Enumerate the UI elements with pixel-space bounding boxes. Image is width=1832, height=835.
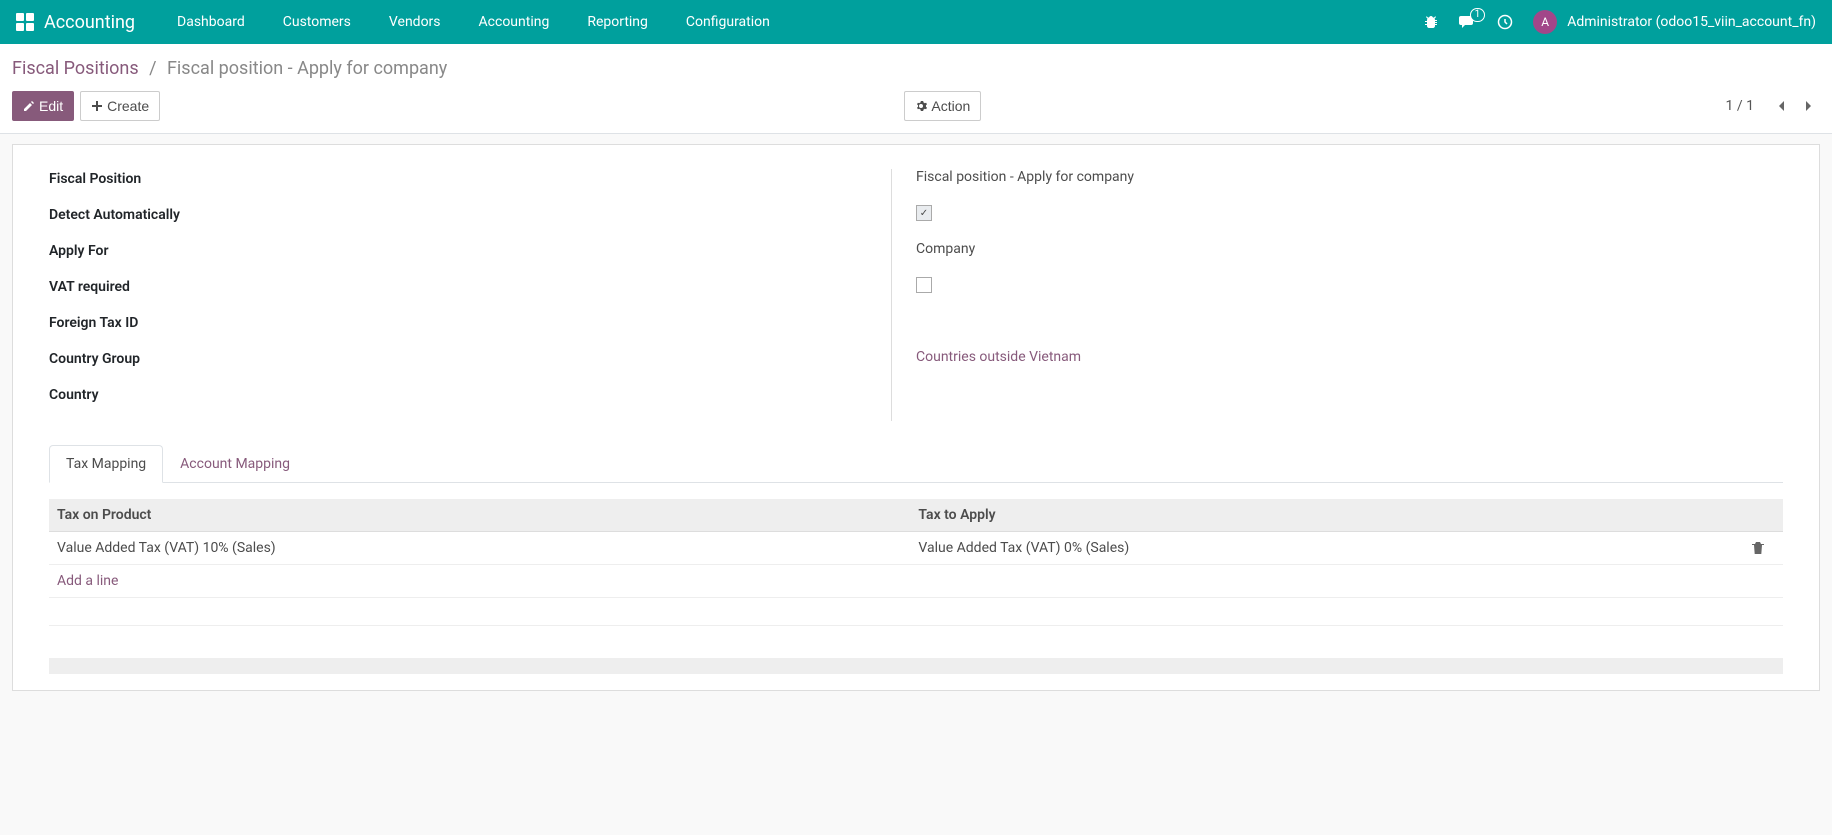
create-button[interactable]: Create bbox=[80, 91, 160, 121]
breadcrumb-current: Fiscal position - Apply for company bbox=[167, 58, 447, 79]
trash-icon[interactable] bbox=[1751, 541, 1775, 555]
user-menu[interactable]: A Administrator (odoo15_viin_account_fn) bbox=[1533, 10, 1816, 34]
app-brand[interactable]: Accounting bbox=[44, 12, 135, 33]
activities-icon[interactable] bbox=[1497, 14, 1513, 30]
pager-prev[interactable] bbox=[1770, 95, 1792, 117]
nav-reporting[interactable]: Reporting bbox=[571, 14, 664, 30]
form-sheet: Fiscal Position Detect Automatically App… bbox=[12, 144, 1820, 691]
tab-account-mapping[interactable]: Account Mapping bbox=[163, 445, 307, 483]
label-country: Country bbox=[49, 385, 229, 403]
action-button[interactable]: Action bbox=[904, 91, 981, 121]
breadcrumb-parent[interactable]: Fiscal Positions bbox=[12, 58, 139, 79]
label-country-group: Country Group bbox=[49, 349, 229, 367]
value-apply-for: Company bbox=[916, 241, 975, 257]
pager-text: 1 / 1 bbox=[1726, 98, 1754, 114]
user-name: Administrator (odoo15_viin_account_fn) bbox=[1567, 14, 1816, 30]
tab-tax-mapping[interactable]: Tax Mapping bbox=[49, 445, 163, 483]
form-background: Fiscal Position Detect Automatically App… bbox=[0, 134, 1832, 701]
table-row[interactable]: Value Added Tax (VAT) 10% (Sales) Value … bbox=[49, 532, 1783, 565]
tax-mapping-table: Tax on Product Tax to Apply Value Added … bbox=[49, 499, 1783, 626]
nav-accounting[interactable]: Accounting bbox=[463, 14, 566, 30]
cell-tax-to-apply: Value Added Tax (VAT) 0% (Sales) bbox=[910, 532, 1743, 565]
chevron-left-icon bbox=[1776, 99, 1786, 113]
debug-icon[interactable] bbox=[1423, 14, 1439, 30]
control-panel: Edit Create Action 1 / 1 bbox=[0, 85, 1832, 134]
pencil-icon bbox=[23, 100, 35, 112]
plus-icon bbox=[91, 100, 103, 112]
add-line-link[interactable]: Add a line bbox=[57, 573, 118, 589]
bottom-bar bbox=[49, 658, 1783, 674]
value-fiscal-position: Fiscal position - Apply for company bbox=[916, 169, 1134, 185]
label-detect-auto: Detect Automatically bbox=[49, 205, 229, 223]
label-apply-for: Apply For bbox=[49, 241, 229, 259]
nav-customers[interactable]: Customers bbox=[267, 14, 367, 30]
messages-icon[interactable]: 1 bbox=[1459, 14, 1477, 30]
label-foreign-tax-id: Foreign Tax ID bbox=[49, 313, 229, 331]
gear-icon bbox=[915, 100, 927, 112]
label-vat-required: VAT required bbox=[49, 277, 229, 295]
nav-vendors[interactable]: Vendors bbox=[373, 14, 457, 30]
checkbox-detect-auto: ✓ bbox=[916, 205, 932, 221]
avatar: A bbox=[1533, 10, 1557, 34]
breadcrumb-separator: / bbox=[149, 58, 156, 79]
nav-dashboard[interactable]: Dashboard bbox=[161, 14, 261, 30]
navbar-right: 1 A Administrator (odoo15_viin_account_f… bbox=[1423, 10, 1816, 34]
main-navbar: Accounting Dashboard Customers Vendors A… bbox=[0, 0, 1832, 44]
chevron-right-icon bbox=[1804, 99, 1814, 113]
nav-configuration[interactable]: Configuration bbox=[670, 14, 786, 30]
col-tax-on-product: Tax on Product bbox=[49, 499, 910, 532]
pager-next[interactable] bbox=[1798, 95, 1820, 117]
cell-tax-on-product: Value Added Tax (VAT) 10% (Sales) bbox=[49, 532, 910, 565]
navbar-left: Accounting Dashboard Customers Vendors A… bbox=[16, 12, 1423, 33]
apps-icon[interactable] bbox=[16, 13, 34, 31]
col-tax-to-apply: Tax to Apply bbox=[910, 499, 1743, 532]
label-fiscal-position: Fiscal Position bbox=[49, 169, 229, 187]
checkbox-vat-required bbox=[916, 277, 932, 293]
tabs: Tax Mapping Account Mapping bbox=[49, 445, 1783, 483]
breadcrumb: Fiscal Positions / Fiscal position - App… bbox=[0, 44, 1832, 85]
edit-button[interactable]: Edit bbox=[12, 91, 74, 121]
messages-badge: 1 bbox=[1470, 8, 1486, 22]
col-actions bbox=[1743, 499, 1783, 532]
value-country-group[interactable]: Countries outside Vietnam bbox=[916, 349, 1081, 365]
